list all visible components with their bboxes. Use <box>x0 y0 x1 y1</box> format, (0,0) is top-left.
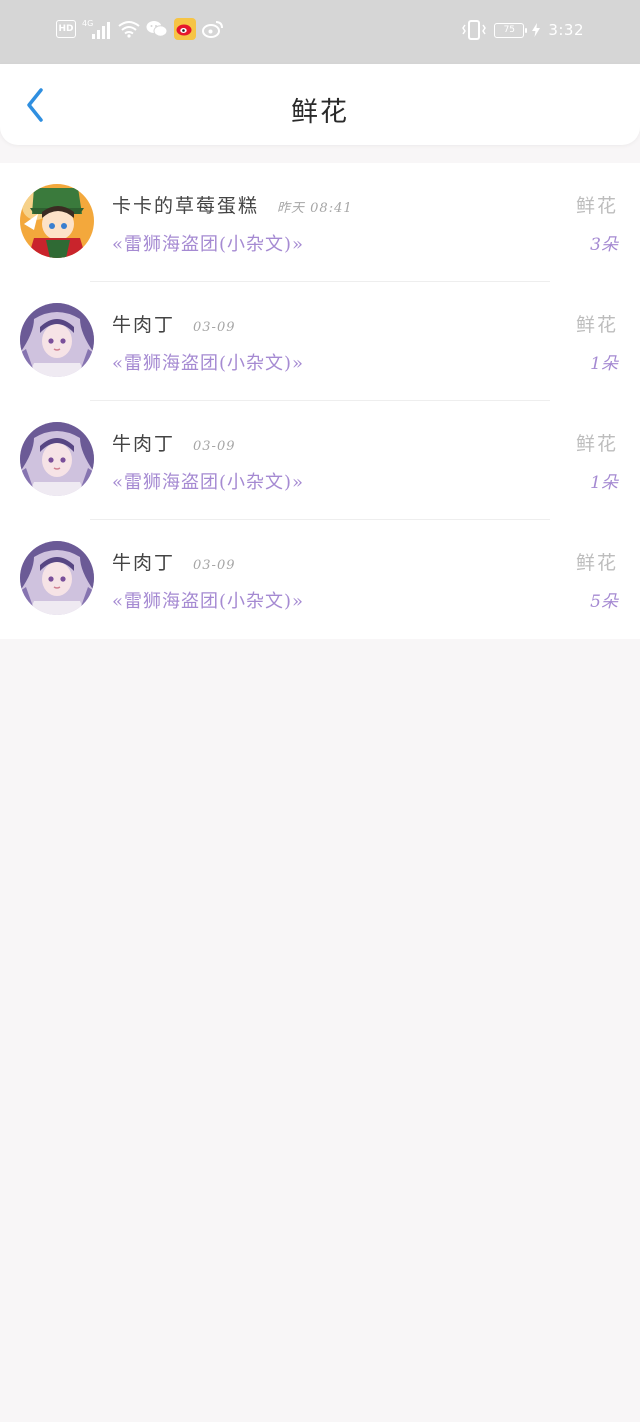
gift-type-label: 鲜花 <box>575 433 618 455</box>
vibrate-icon <box>462 20 487 40</box>
sender-name-text: 牛肉丁 <box>112 552 176 574</box>
sender-name: 牛肉丁 03-09 <box>112 429 236 456</box>
list-item[interactable]: 卡卡的草莓蛋糕 昨天 08:41 «雷狮海盗团(小杂文)» 鲜花 3朵 <box>0 163 640 282</box>
weibo-app-icon <box>174 18 196 40</box>
send-time: 03-09 <box>193 320 236 335</box>
gift-type-label: 鲜花 <box>575 314 618 336</box>
battery-icon: 75 <box>494 22 528 38</box>
book-title-link[interactable]: «雷狮海盗团(小杂文)» <box>112 587 304 613</box>
green-character-avatar-icon <box>20 184 94 258</box>
book-title-link[interactable]: «雷狮海盗团(小杂文)» <box>112 349 304 375</box>
clock: 3:32 <box>548 21 584 39</box>
send-time: 昨天 08:41 <box>277 201 353 216</box>
sender-name: 牛肉丁 03-09 <box>112 548 236 575</box>
send-time: 03-09 <box>193 558 236 573</box>
sender-name: 牛肉丁 03-09 <box>112 310 236 337</box>
list-item[interactable]: 牛肉丁 03-09 «雷狮海盗团(小杂文)» 鲜花 1朵 <box>0 282 640 401</box>
network-type-label: 4G <box>82 19 93 28</box>
book-title-link[interactable]: «雷狮海盗团(小杂文)» <box>112 468 304 494</box>
avatar[interactable] <box>20 541 94 615</box>
sender-name: 卡卡的草莓蛋糕 昨天 08:41 <box>112 191 353 218</box>
avatar[interactable] <box>20 184 94 258</box>
sender-name-text: 卡卡的草莓蛋糕 <box>112 195 260 217</box>
status-right-icons: 75 3:32 <box>462 20 584 40</box>
wifi-icon <box>118 20 140 38</box>
purple-hair-girl-avatar-icon <box>20 303 94 377</box>
gift-count: 1朵 <box>590 473 618 493</box>
gift-type-label: 鲜花 <box>575 195 618 217</box>
send-time: 03-09 <box>193 439 236 454</box>
gift-type-label: 鲜花 <box>575 552 618 574</box>
page-title: 鲜花 <box>291 97 349 128</box>
book-title-link[interactable]: «雷狮海盗团(小杂文)» <box>112 230 304 256</box>
gift-count: 3朵 <box>590 235 618 255</box>
gift-count: 1朵 <box>590 354 618 374</box>
charging-icon <box>532 23 541 37</box>
sender-name-text: 牛肉丁 <box>112 314 176 336</box>
flower-gift-list: 卡卡的草莓蛋糕 昨天 08:41 «雷狮海盗团(小杂文)» 鲜花 3朵 牛肉丁 03… <box>0 163 640 639</box>
status-left-icons: HD 4G <box>56 18 224 40</box>
signal-icon: 4G <box>82 18 112 40</box>
avatar[interactable] <box>20 422 94 496</box>
wechat-icon <box>146 20 168 38</box>
purple-hair-girl-avatar-icon <box>20 422 94 496</box>
nav-header: 鲜花 <box>0 64 640 145</box>
avatar[interactable] <box>20 303 94 377</box>
gift-count: 5朵 <box>590 592 618 612</box>
hd-icon: HD <box>56 20 76 38</box>
list-item[interactable]: 牛肉丁 03-09 «雷狮海盗团(小杂文)» 鲜花 5朵 <box>0 520 640 639</box>
purple-hair-girl-avatar-icon <box>20 541 94 615</box>
list-item[interactable]: 牛肉丁 03-09 «雷狮海盗团(小杂文)» 鲜花 1朵 <box>0 401 640 520</box>
sender-name-text: 牛肉丁 <box>112 433 176 455</box>
status-bar: HD 4G 75 3:32 <box>0 0 640 64</box>
weibo-icon <box>202 20 224 38</box>
